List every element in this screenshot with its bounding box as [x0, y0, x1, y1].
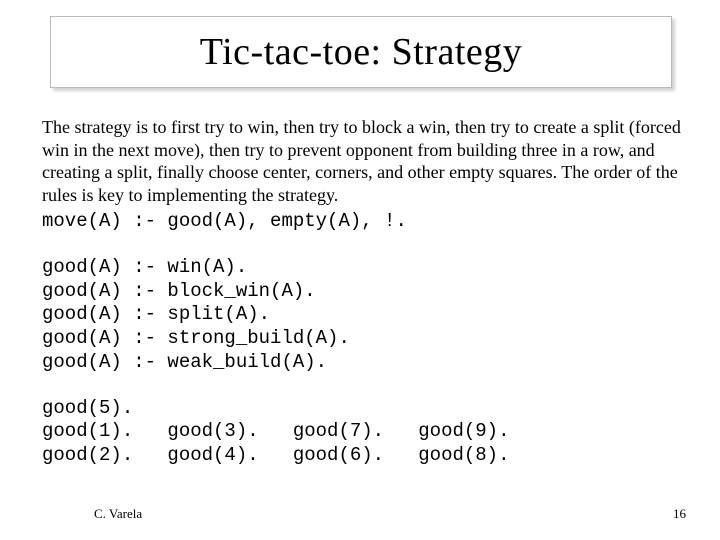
slide-body: The strategy is to first try to win, the… — [42, 116, 682, 468]
code-move-rule: move(A) :- good(A), empty(A), !. — [42, 210, 682, 234]
code-good-facts: good(5). good(1). good(3). good(7). good… — [42, 397, 682, 468]
slide-title: Tic-tac-toe: Strategy — [200, 30, 523, 74]
code-good-rules: good(A) :- win(A). good(A) :- block_win(… — [42, 256, 682, 375]
title-box: Tic-tac-toe: Strategy — [50, 16, 672, 88]
footer-page-number: 16 — [673, 506, 686, 522]
footer-author: C. Varela — [94, 506, 142, 522]
strategy-description: The strategy is to first try to win, the… — [42, 116, 682, 206]
slide: Tic-tac-toe: Strategy The strategy is to… — [0, 0, 720, 540]
